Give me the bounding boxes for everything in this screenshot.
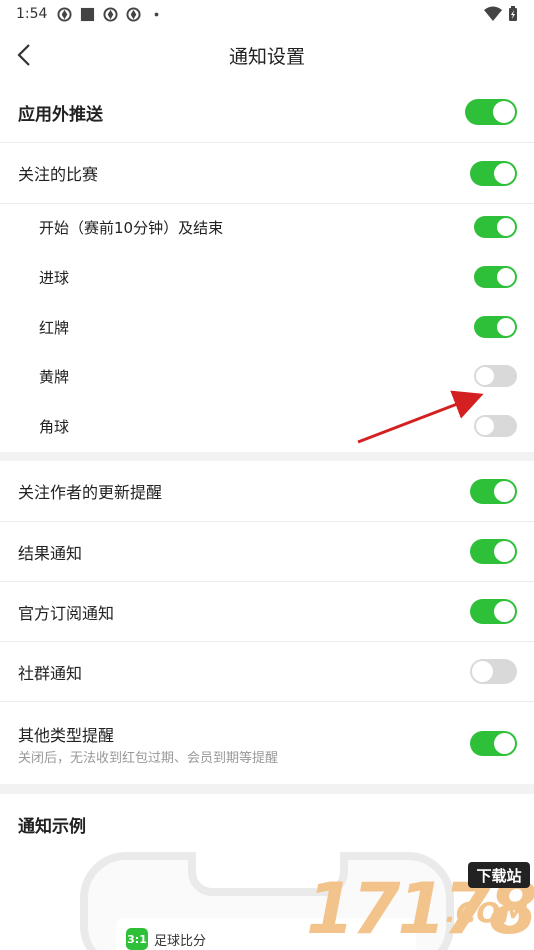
- setting-label: 关注的比赛: [18, 165, 99, 184]
- app-name: 足球比分: [154, 934, 207, 949]
- back-button[interactable]: [10, 41, 38, 69]
- toggle-knob: [476, 417, 494, 435]
- app-icon: 3:1: [126, 928, 148, 950]
- setting-label: 应用外推送: [18, 104, 103, 125]
- other-notifications-section: 关注作者的更新提醒 结果通知 官方订阅通知 社群通知 其他类型提醒 关闭后，无法…: [0, 461, 534, 784]
- followed-matches-toggle[interactable]: [470, 160, 517, 186]
- setting-row-community-notification: 社群通知: [0, 642, 534, 701]
- match-notifications-section: 应用外推送 关注的比赛 开始（赛前10分钟）及结束 进球 红牌 黄牌 角球: [0, 82, 534, 452]
- yellow-card-toggle[interactable]: [474, 365, 517, 387]
- setting-row-result-notification: 结果通知: [0, 522, 534, 581]
- setting-label: 官方订阅通知: [18, 603, 115, 623]
- community-notification-toggle[interactable]: [470, 659, 517, 684]
- app-notification-icon: [103, 6, 118, 22]
- corner-kick-toggle[interactable]: [474, 415, 517, 437]
- match-start-end-toggle[interactable]: [474, 216, 517, 238]
- setting-label: 结果通知: [18, 543, 83, 563]
- watermark-logo: 17178 下载站 .COM: [306, 862, 534, 950]
- toggle-knob: [494, 480, 515, 502]
- author-updates-toggle[interactable]: [470, 478, 517, 504]
- page-title: 通知设置: [228, 45, 305, 68]
- navigation-bar: 通知设置: [0, 28, 534, 82]
- toggle-knob: [497, 268, 515, 286]
- setting-description: 关闭后，无法收到红包过期、会员到期等提醒: [18, 751, 279, 766]
- setting-label: 其他类型提醒: [18, 726, 115, 745]
- goal-toggle[interactable]: [474, 266, 517, 288]
- setting-label: 开始（赛前10分钟）及结束: [39, 218, 224, 237]
- official-subscription-toggle[interactable]: [470, 599, 517, 624]
- setting-label: 社群通知: [18, 663, 83, 683]
- push-toggle[interactable]: [465, 99, 517, 125]
- toggle-knob: [472, 661, 493, 682]
- app-notification-icon: [126, 6, 141, 22]
- toggle-knob: [476, 367, 494, 385]
- setting-label: 进球: [39, 268, 70, 287]
- status-bar: 1:54: [0, 0, 534, 28]
- setting-row-followed-matches: 关注的比赛: [0, 143, 534, 203]
- setting-label: 关注作者的更新提醒: [18, 483, 163, 502]
- toggle-knob: [493, 101, 515, 123]
- status-time: 1:54: [16, 6, 48, 22]
- setting-row-corner-kick: 角球: [0, 403, 534, 449]
- toggle-knob: [494, 162, 515, 184]
- setting-row-match-start-end: 开始（赛前10分钟）及结束: [0, 204, 534, 250]
- setting-row-author-updates: 关注作者的更新提醒: [0, 461, 534, 521]
- example-title: 通知示例: [18, 817, 86, 837]
- toggle-knob: [494, 541, 515, 562]
- more-dot-icon: [155, 12, 159, 16]
- battery-icon: [509, 6, 517, 21]
- wifi-icon: [484, 6, 502, 21]
- stop-square-icon: [81, 7, 95, 21]
- chevron-left-icon: [17, 44, 30, 66]
- setting-row-goal: 进球: [0, 254, 534, 300]
- toggle-knob: [494, 601, 515, 622]
- toggle-knob: [494, 733, 515, 754]
- result-notification-toggle[interactable]: [470, 539, 517, 564]
- other-types-toggle[interactable]: [470, 731, 517, 756]
- setting-row-other-types: 其他类型提醒 关闭后，无法收到红包过期、会员到期等提醒: [0, 702, 534, 784]
- toggle-knob: [497, 318, 515, 336]
- setting-row-yellow-card: 黄牌: [0, 353, 534, 399]
- red-card-toggle[interactable]: [474, 316, 517, 338]
- toggle-knob: [497, 218, 515, 236]
- setting-row-push: 应用外推送: [0, 82, 534, 142]
- setting-label: 黄牌: [39, 367, 70, 386]
- watermark-badge: 下载站: [468, 862, 530, 888]
- watermark-domain: .COM: [445, 896, 528, 929]
- setting-label: 角球: [39, 417, 70, 436]
- setting-row-official-subscription: 官方订阅通知: [0, 582, 534, 641]
- app-notification-icon: [57, 6, 72, 22]
- setting-row-red-card: 红牌: [0, 304, 534, 350]
- setting-label: 红牌: [39, 318, 70, 337]
